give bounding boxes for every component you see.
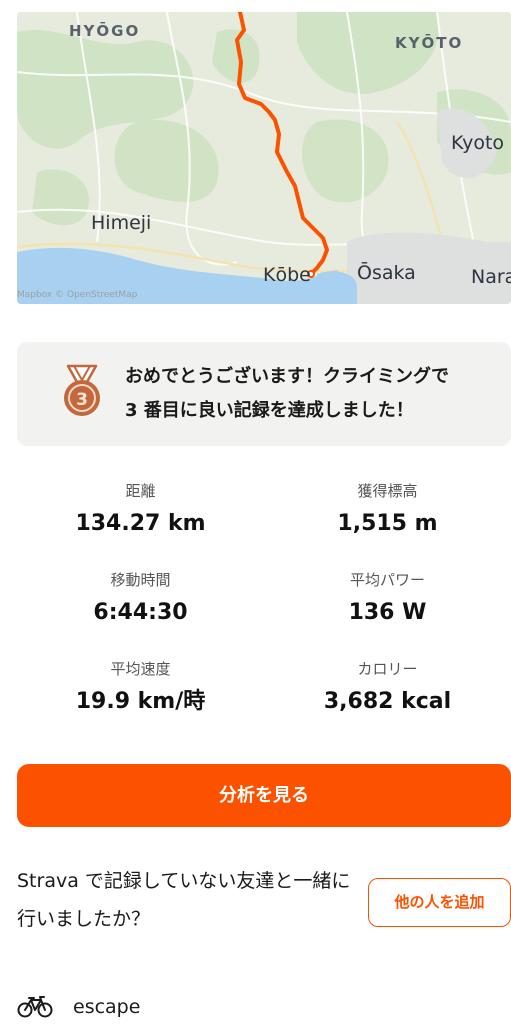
stat-label: 獲得標高 (357, 482, 418, 500)
stat-moving-time: 移動時間 6:44:30 (17, 569, 264, 627)
map-label-hyogo: HYŌGO (69, 22, 141, 40)
view-analysis-button[interactable]: 分析を見る (17, 764, 511, 827)
stat-value: 134.27 km (75, 511, 206, 536)
friends-question: Strava で記録していない友達と一緒に行いましたか？ (17, 870, 351, 930)
stat-distance: 距離 134.27 km (17, 480, 264, 538)
stat-value: 1,515 m (337, 511, 438, 536)
stat-label: 平均パワー (349, 571, 425, 589)
map-attribution: Mapbox © OpenStreetMap (17, 290, 138, 300)
stat-value: 6:44:30 (93, 600, 188, 625)
bronze-medal-icon: 3 (64, 364, 100, 416)
gear-name: escape (73, 996, 141, 1018)
stat-elevation-gain: 獲得標高 1,515 m (264, 480, 511, 538)
stat-label: 距離 (125, 482, 156, 500)
stat-value: 136 W (348, 600, 427, 625)
map-label-kobe: Kōbe (263, 264, 311, 286)
stat-label: 移動時間 (110, 571, 171, 589)
bike-icon (17, 996, 53, 1018)
stat-label: カロリー (357, 660, 418, 678)
map-label-kyoto-prefecture: KYŌTO (395, 34, 464, 52)
stat-average-speed: 平均速度 19.9 km/時 (17, 658, 264, 716)
stat-value: 19.9 km/時 (75, 689, 206, 714)
map-label-himeji: Himeji (91, 212, 152, 234)
map-label-kyoto-city: Kyoto (451, 132, 505, 154)
map-label-osaka: Ōsaka (357, 262, 416, 284)
stat-label: 平均速度 (110, 660, 171, 678)
stat-calories: カロリー 3,682 kcal (264, 658, 511, 716)
medal-rank: 3 (76, 390, 88, 410)
route-map[interactable]: HYŌGO KYŌTO Kyoto Himeji Kōbe Ōsaka Nara… (17, 12, 511, 304)
map-label-nara: Nara (471, 266, 511, 288)
achievement-card[interactable]: 3 おめでとうございます！クライミングで 3 番目に良い記録を達成しました！ (17, 342, 511, 446)
achievement-text: おめでとうございます！クライミングで 3 番目に良い記録を達成しました！ (125, 366, 449, 421)
map-background (17, 12, 511, 304)
stat-average-power: 平均パワー 136 W (264, 569, 511, 627)
stat-value: 3,682 kcal (323, 689, 452, 714)
gear-row[interactable]: escape (17, 990, 140, 1024)
add-others-button[interactable]: 他の人を追加 (368, 878, 511, 927)
